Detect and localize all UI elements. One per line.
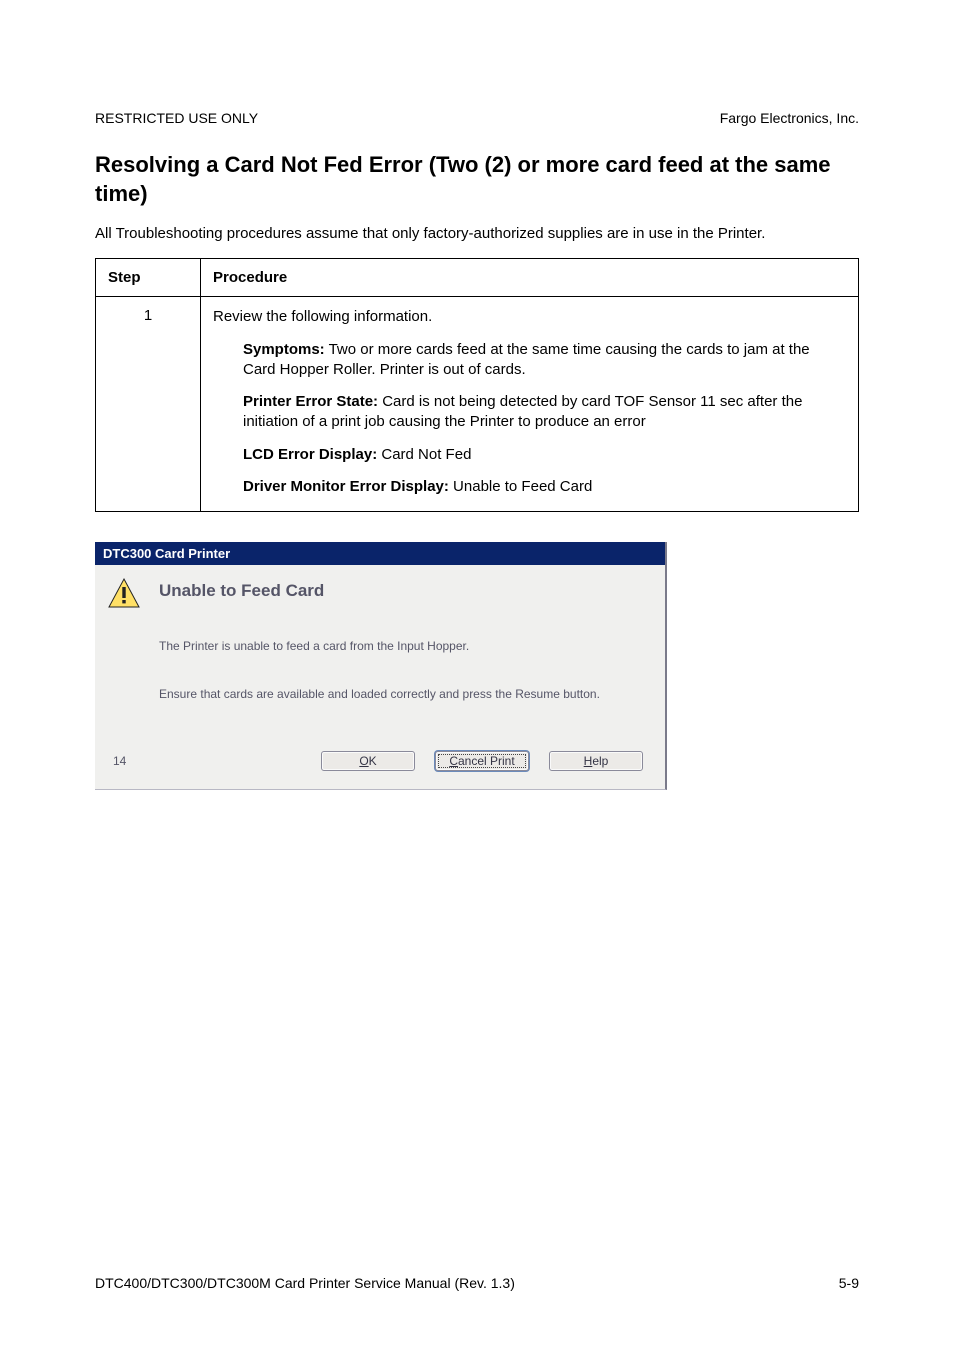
dialog-heading: Unable to Feed Card <box>159 575 324 601</box>
cancel-print-button[interactable]: Cancel Print <box>435 751 529 771</box>
cancel-accesskey: C <box>449 754 458 768</box>
procedure-table: Step Procedure 1 Review the following in… <box>95 258 859 512</box>
col-header-step: Step <box>96 259 201 297</box>
cancel-rest: ancel Print <box>458 754 515 768</box>
error-state-label: Printer Error State: <box>243 393 378 410</box>
dialog-message-2: Ensure that cards are available and load… <box>95 653 665 701</box>
dialog-titlebar: DTC300 Card Printer <box>95 542 665 565</box>
warning-icon <box>107 577 141 611</box>
driver-text: Unable to Feed Card <box>449 478 592 495</box>
section-title: Resolving a Card Not Fed Error (Two (2) … <box>95 151 859 208</box>
step-number: 1 <box>96 297 201 512</box>
footer-left: DTC400/DTC300/DTC300M Card Printer Servi… <box>95 1275 515 1291</box>
symptoms-label: Symptoms: <box>243 341 325 358</box>
error-dialog: DTC300 Card Printer Unable to Feed Card … <box>95 542 667 790</box>
driver-block: Driver Monitor Error Display: Unable to … <box>243 477 846 497</box>
procedure-cell: Review the following information. Sympto… <box>201 297 859 512</box>
driver-label: Driver Monitor Error Display: <box>243 478 449 495</box>
help-rest: elp <box>592 754 608 768</box>
col-header-procedure: Procedure <box>201 259 859 297</box>
error-state-block: Printer Error State: Card is not being d… <box>243 392 846 433</box>
footer-right: 5-9 <box>839 1275 859 1291</box>
page-footer: DTC400/DTC300/DTC300M Card Printer Servi… <box>95 1275 859 1291</box>
dialog-message-1: The Printer is unable to feed a card fro… <box>95 611 665 653</box>
symptoms-block: Symptoms: Two or more cards feed at the … <box>243 340 846 381</box>
procedure-line1: Review the following information. <box>213 307 846 327</box>
header-left: RESTRICTED USE ONLY <box>95 110 258 126</box>
table-header-row: Step Procedure <box>96 259 859 297</box>
table-row: 1 Review the following information. Symp… <box>96 297 859 512</box>
page-header: RESTRICTED USE ONLY Fargo Electronics, I… <box>95 110 859 126</box>
dialog-count: 14 <box>113 754 126 768</box>
lcd-text: Card Not Fed <box>377 446 471 463</box>
ok-accesskey: O <box>359 754 368 768</box>
lcd-block: LCD Error Display: Card Not Fed <box>243 445 846 465</box>
intro-paragraph: All Troubleshooting procedures assume th… <box>95 224 859 244</box>
ok-button[interactable]: OK <box>321 751 415 771</box>
symptoms-text: Two or more cards feed at the same time … <box>243 341 810 378</box>
lcd-label: LCD Error Display: <box>243 446 377 463</box>
header-right: Fargo Electronics, Inc. <box>720 110 859 126</box>
ok-rest: K <box>369 754 377 768</box>
dialog-body: Unable to Feed Card The Printer is unabl… <box>95 565 665 789</box>
help-button[interactable]: Help <box>549 751 643 771</box>
